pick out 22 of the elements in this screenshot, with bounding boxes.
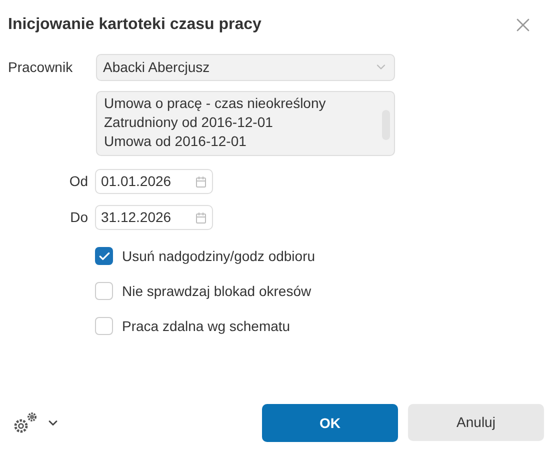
contract-info-line: Umowa od 2016-12-01 [104, 132, 248, 151]
checkbox-label: Nie sprawdzaj blokad okresów [122, 282, 312, 301]
checkbox[interactable] [95, 247, 113, 265]
contract-info-line: Zatrudniony od 2016-12-01 [104, 113, 274, 132]
checkbox[interactable] [95, 317, 113, 335]
gears-icon[interactable] [12, 411, 38, 435]
calendar-icon[interactable] [195, 212, 207, 224]
date-field[interactable]: 31.12.2026 [95, 205, 213, 230]
window-title: Inicjowanie kartoteki czasu pracy [8, 15, 262, 35]
date-label: Od [68, 172, 88, 191]
contract-info-line: Umowa o pracę - czas nieokreślony [104, 94, 326, 113]
checkbox-label: Usuń nadgodziny/godz odbioru [122, 246, 316, 266]
ok-button[interactable]: OK [262, 404, 398, 442]
date-label: Do [69, 208, 88, 227]
calendar-icon[interactable] [195, 176, 207, 188]
date-field[interactable]: 01.01.2026 [95, 169, 213, 194]
employee-select[interactable]: Abacki Abercjusz [96, 54, 395, 80]
cancel-button[interactable]: Anuluj [408, 404, 544, 441]
check-icon [98, 250, 110, 262]
checkbox-label: Praca zdalna wg schematu [122, 316, 290, 336]
checkbox[interactable] [95, 282, 113, 300]
field-label: Pracownik [7, 58, 74, 76]
